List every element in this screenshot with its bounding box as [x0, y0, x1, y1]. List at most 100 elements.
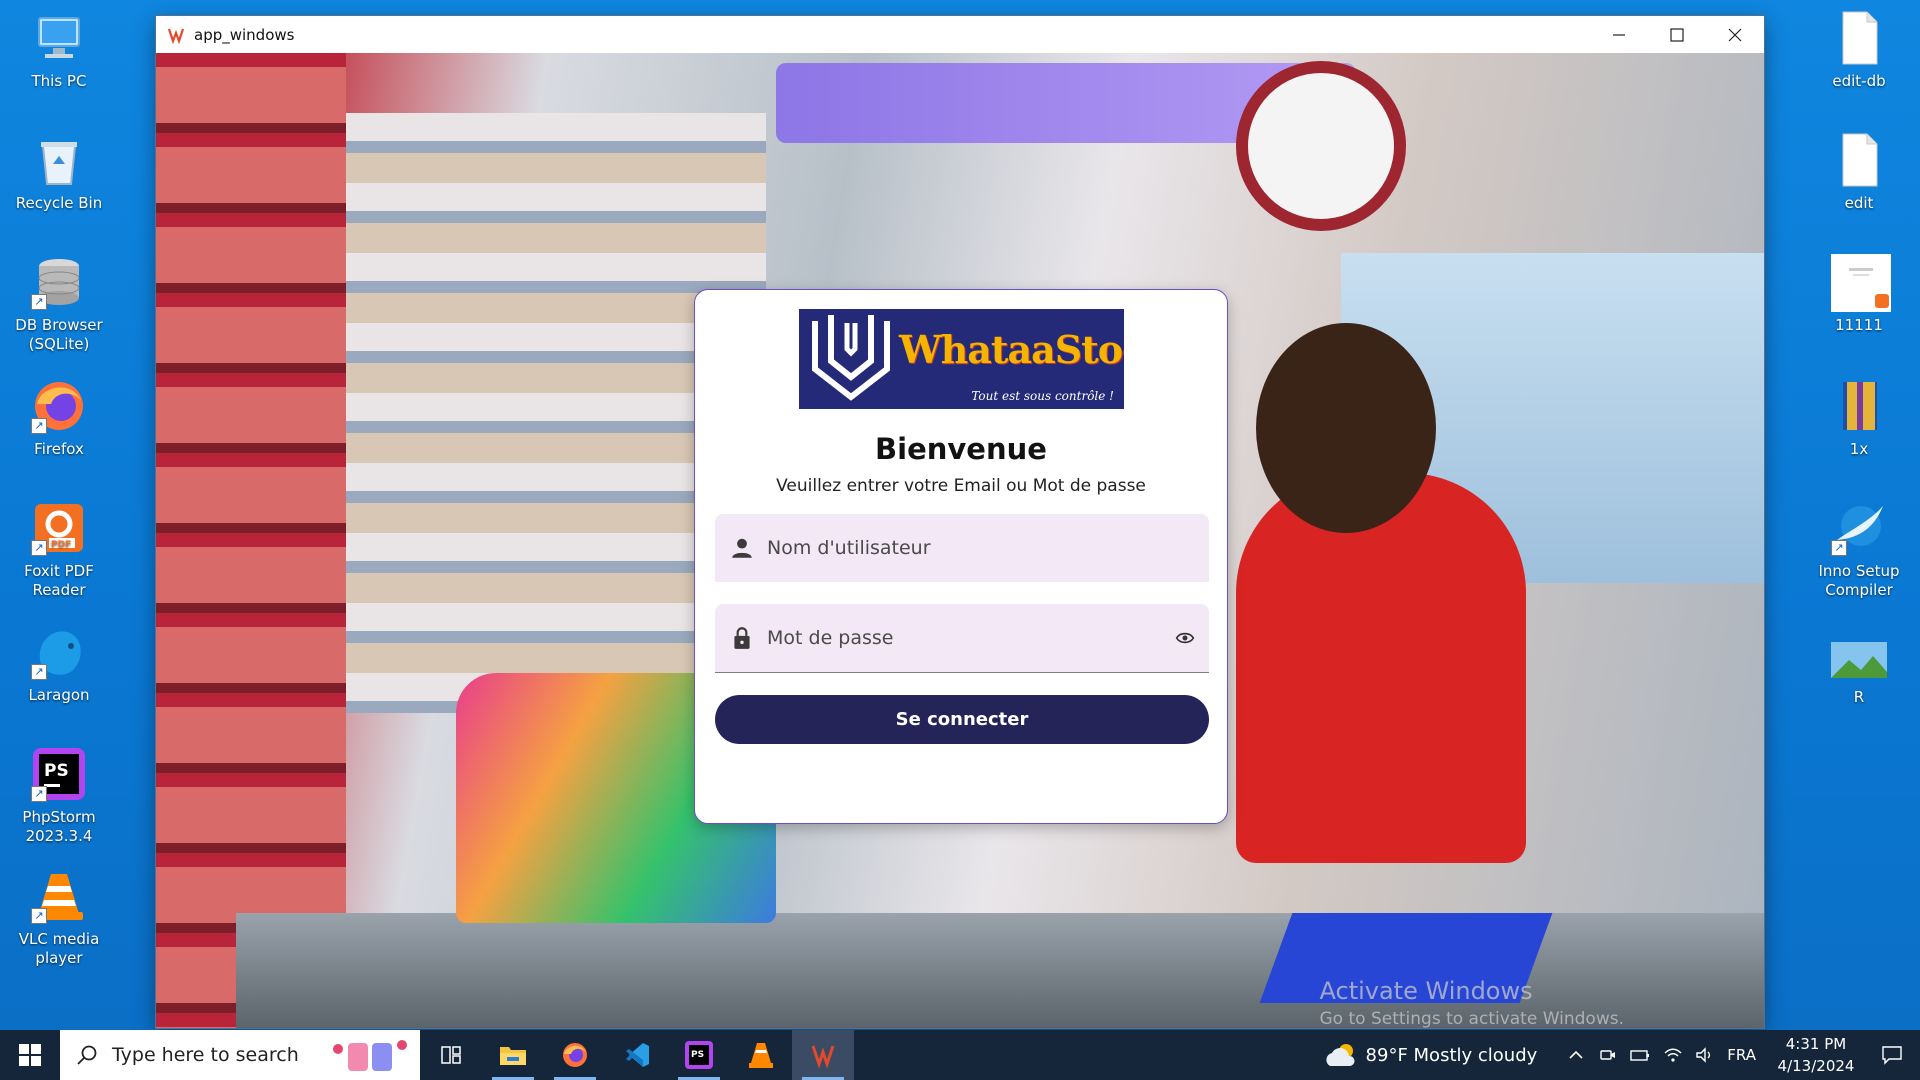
desktop-icon-label: edit: [1844, 194, 1874, 212]
taskbar: Type here to search PS 89°F Mostly cloud…: [0, 1030, 1920, 1080]
shortcut-arrow-icon: ↗: [31, 294, 47, 310]
taskbar-vlc[interactable]: [730, 1030, 792, 1080]
database-icon: ↗: [31, 254, 87, 310]
desktop-icon-label: 1x: [1849, 440, 1869, 458]
desktop-icon-laragon[interactable]: ↗ Laragon: [0, 624, 118, 705]
language-indicator[interactable]: FRA: [1727, 1046, 1756, 1064]
brand-logo: WhataaStock Tout est sous contrôle !: [799, 309, 1124, 409]
desktop-icon-vlc[interactable]: ↗ VLC media player: [0, 868, 118, 968]
cloudy-weather-icon: [1325, 1044, 1355, 1066]
taskbar-search[interactable]: Type here to search: [60, 1030, 420, 1080]
close-button[interactable]: [1706, 16, 1764, 53]
password-field[interactable]: [715, 604, 1209, 672]
volume-icon[interactable]: [1695, 1046, 1715, 1064]
maximize-icon: [1670, 27, 1684, 42]
task-view-button[interactable]: [420, 1030, 482, 1080]
logo-name: WhataaStock: [899, 327, 1124, 372]
desktop-icon-label: edit-db: [1832, 72, 1886, 90]
desktop-icon-label: PhpStorm 2023.3.4: [22, 808, 96, 845]
pdf-icon: PDF ↗: [31, 500, 87, 556]
desktop-icon-edit-db[interactable]: edit-db: [1800, 10, 1918, 91]
firefox-icon: ↗: [31, 378, 87, 434]
notification-button[interactable]: [1864, 1030, 1920, 1080]
lock-icon: [734, 627, 750, 649]
maximize-button[interactable]: [1648, 16, 1706, 53]
desktop-icon-this-pc[interactable]: This PC: [0, 10, 118, 91]
minimize-button[interactable]: [1590, 16, 1648, 53]
welcome-heading: Bienvenue: [875, 432, 1047, 466]
desktop-icon-label: Firefox: [34, 440, 84, 458]
logo-mark-icon: [812, 315, 890, 401]
shortcut-arrow-icon: ↗: [1831, 540, 1847, 556]
logo-tagline: Tout est sous contrôle !: [971, 389, 1114, 403]
desktop-icon-11111[interactable]: 11111: [1800, 254, 1918, 335]
desktop-icon-recycle-bin[interactable]: Recycle Bin: [0, 132, 118, 213]
desktop-icon-r[interactable]: R: [1800, 642, 1918, 707]
chevron-up-icon[interactable]: [1567, 1046, 1585, 1064]
weather-text: 89°F Mostly cloudy: [1365, 1044, 1538, 1066]
pharmacist-shirt: [1236, 473, 1526, 863]
desktop-icon-1x[interactable]: 1x: [1800, 378, 1918, 459]
shortcut-arrow-icon: ↗: [31, 540, 47, 556]
shortcut-arrow-icon: ↗: [31, 908, 47, 924]
vlc-icon: ↗: [31, 868, 87, 924]
close-icon: [1728, 28, 1742, 41]
taskbar-vscode[interactable]: [606, 1030, 668, 1080]
desktop-icon-label: This PC: [31, 72, 87, 90]
title-bar[interactable]: app_windows: [156, 16, 1764, 53]
clock-time: 4:31 PM: [1785, 1035, 1847, 1053]
file-icon: [1831, 132, 1887, 188]
desktop-icon-inno-setup[interactable]: ↗ Inno Setup Compiler: [1800, 500, 1918, 600]
user-icon: [732, 538, 752, 558]
system-tray: 89°F Mostly cloudy FRA 4:31 PM 4/13/2024: [1324, 1030, 1920, 1080]
shortcut-arrow-icon: ↗: [31, 664, 47, 680]
search-placeholder: Type here to search: [112, 1044, 299, 1066]
svg-text:PS: PS: [691, 1050, 704, 1060]
desktop-icon-label: Inno Setup Compiler: [1818, 562, 1900, 599]
taskbar-phpstorm[interactable]: PS: [668, 1030, 730, 1080]
shelves-left: [156, 53, 346, 1028]
desktop-icon-label: DB Browser (SQLite): [15, 316, 103, 353]
wifi-icon[interactable]: [1663, 1046, 1683, 1064]
meet-now-icon[interactable]: [1599, 1046, 1617, 1064]
taskbar-firefox[interactable]: [544, 1030, 606, 1080]
desktop-icon-foxit[interactable]: PDF ↗ Foxit PDF Reader: [0, 500, 118, 600]
computer-icon: [31, 10, 87, 66]
svg-text:PS: PS: [44, 761, 69, 781]
desktop-icon-label: 11111: [1835, 316, 1883, 334]
recycle-bin-icon: [31, 132, 87, 188]
taskbar-app-windows[interactable]: [792, 1030, 854, 1080]
desktop-icon-edit[interactable]: edit: [1800, 132, 1918, 213]
start-button[interactable]: [0, 1030, 60, 1080]
login-button[interactable]: Se connecter: [715, 695, 1209, 744]
archive-icon: [1831, 378, 1887, 434]
weather-widget[interactable]: 89°F Mostly cloudy: [1324, 1042, 1538, 1068]
search-highlight-icon: [333, 1040, 407, 1071]
search-icon: [77, 1045, 97, 1065]
shortcut-arrow-icon: ↗: [31, 786, 47, 802]
desktop-icon-firefox[interactable]: ↗ Firefox: [0, 378, 118, 459]
shortcut-arrow-icon: ↗: [31, 418, 47, 434]
login-subtitle: Veuillez entrer votre Email ou Mot de pa…: [776, 476, 1146, 496]
desktop-icon-db-browser[interactable]: ↗ DB Browser (SQLite): [0, 254, 118, 354]
desktop-icon-phpstorm[interactable]: PS ↗ PhpStorm 2023.3.4: [0, 746, 118, 846]
clock[interactable]: 4:31 PM 4/13/2024: [1768, 1033, 1864, 1077]
taskbar-file-explorer[interactable]: [482, 1030, 544, 1080]
clock-date: 4/13/2024: [1777, 1057, 1855, 1075]
show-password-icon[interactable]: [1175, 628, 1195, 648]
password-underline: [715, 672, 1209, 673]
watermark-title: Activate Windows: [1319, 977, 1533, 1005]
app-windows-icon: [811, 1045, 835, 1069]
background-photo: WhataaStock Tout est sous contrôle ! Bie…: [156, 53, 1764, 1028]
username-input[interactable]: [767, 537, 1147, 559]
username-field[interactable]: [715, 514, 1209, 582]
notification-icon: [1882, 1046, 1902, 1065]
svg-text:PDF: PDF: [51, 540, 71, 550]
laragon-icon: ↗: [31, 624, 87, 680]
battery-icon[interactable]: [1629, 1046, 1651, 1064]
image-icon: [1831, 642, 1887, 682]
wall-clock: [1236, 61, 1406, 231]
window-title: app_windows: [194, 25, 295, 44]
password-input[interactable]: [767, 627, 1147, 649]
minimize-icon: [1613, 33, 1625, 36]
